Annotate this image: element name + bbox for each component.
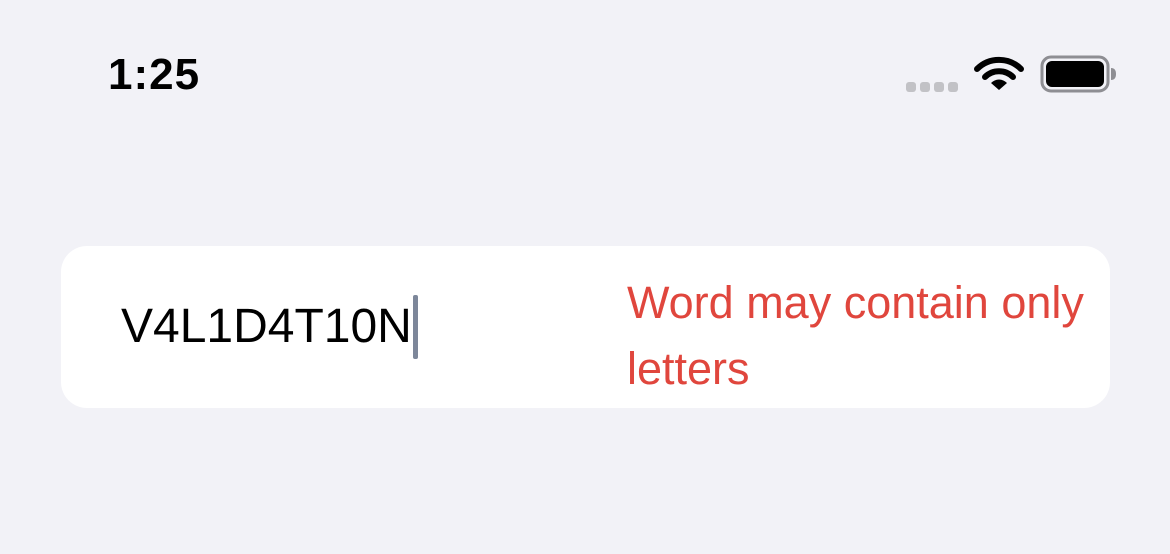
signal-dot	[906, 82, 916, 92]
signal-dot	[920, 82, 930, 92]
battery-icon	[1040, 55, 1116, 93]
validation-error-message: Word may contain only letters	[627, 277, 1084, 394]
cellular-signal-icon	[906, 82, 958, 92]
wifi-icon	[974, 56, 1024, 90]
status-bar: 1:25	[0, 0, 1170, 150]
signal-dot	[934, 82, 944, 92]
signal-dot	[948, 82, 958, 92]
text-field-card[interactable]: V4L1D4T10N Word may contain only letters	[61, 246, 1110, 408]
text-cursor	[412, 295, 418, 359]
word-input[interactable]: V4L1D4T10N	[121, 295, 418, 359]
status-time: 1:25	[108, 50, 201, 99]
word-input-value[interactable]: V4L1D4T10N	[121, 295, 412, 359]
